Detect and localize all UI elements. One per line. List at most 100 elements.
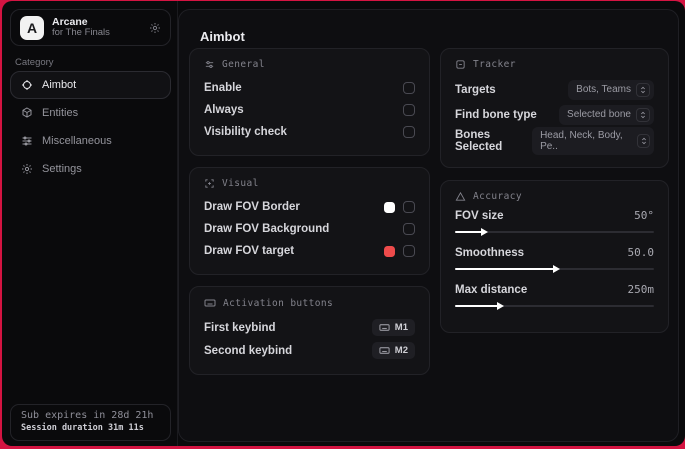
bones-selected-select[interactable]: Head, Neck, Body, Pe.. bbox=[532, 127, 654, 155]
enable-checkbox[interactable] bbox=[403, 82, 415, 94]
slider-thumb[interactable] bbox=[552, 265, 560, 273]
app-logo: A bbox=[20, 15, 44, 40]
fov-target-checkbox[interactable] bbox=[403, 245, 415, 257]
box-minus-icon bbox=[455, 59, 466, 70]
setting-label: Find bone type bbox=[455, 108, 537, 121]
second-keybind-button[interactable]: M2 bbox=[371, 342, 415, 359]
setting-label: FOV size bbox=[455, 209, 504, 222]
sidebar-item-entities[interactable]: Entities bbox=[10, 99, 171, 127]
sidebar-item-label: Settings bbox=[42, 163, 82, 175]
card-title: Tracker bbox=[473, 59, 516, 70]
gear-icon[interactable] bbox=[149, 22, 161, 34]
setting-label: First keybind bbox=[204, 321, 276, 334]
setting-row-fov-background: Draw FOV Background bbox=[204, 218, 415, 240]
smoothness-slider[interactable] bbox=[455, 265, 654, 273]
tracker-row-targets: Targets Bots, Teams bbox=[455, 77, 654, 102]
slider-row-smoothness: Smoothness 50.0 bbox=[455, 246, 655, 273]
fov-target-color-swatch[interactable] bbox=[384, 245, 395, 257]
slider-value: 250m bbox=[627, 283, 655, 296]
activation-buttons-card: Activation buttons First keybind M1 Seco… bbox=[189, 286, 430, 375]
sidebar-nav: Aimbot Entities Miscellaneous Settings bbox=[10, 71, 171, 183]
setting-label: Bones Selected bbox=[455, 129, 503, 153]
category-label: Category bbox=[15, 57, 54, 68]
sidebar-item-miscellaneous[interactable]: Miscellaneous bbox=[10, 127, 171, 155]
general-card: General Enable Always Visibility check bbox=[189, 48, 430, 156]
subscription-card: Sub expires in 28d 21h Session duration … bbox=[10, 404, 171, 441]
app-subtitle: for The Finals bbox=[52, 27, 110, 39]
find-bone-type-select[interactable]: Selected bone bbox=[559, 104, 654, 125]
keybind-row-first: First keybind M1 bbox=[204, 316, 415, 339]
sidebar: A Arcane for The Finals Category Aimbot … bbox=[2, 1, 178, 446]
sidebar-item-label: Miscellaneous bbox=[42, 135, 112, 147]
app-window: A Arcane for The Finals Category Aimbot … bbox=[2, 1, 685, 446]
keyboard-icon bbox=[204, 297, 216, 309]
visibility-check-checkbox[interactable] bbox=[403, 126, 415, 138]
accuracy-card: Accuracy FOV size 50° Smoothness 50.0 Ma… bbox=[440, 180, 669, 333]
fov-size-slider[interactable] bbox=[455, 228, 654, 236]
sidebar-item-aimbot[interactable]: Aimbot bbox=[10, 71, 171, 99]
slider-row-max-distance: Max distance 250m bbox=[455, 283, 655, 310]
select-value: Bots, Teams bbox=[576, 84, 631, 95]
unfold-icon bbox=[636, 82, 650, 97]
card-title: Activation buttons bbox=[223, 297, 334, 309]
setting-row-enable: Enable bbox=[204, 77, 415, 99]
setting-label: Enable bbox=[204, 82, 242, 94]
setting-label: Visibility check bbox=[204, 126, 287, 138]
crosshair-icon bbox=[21, 79, 33, 91]
sidebar-item-settings[interactable]: Settings bbox=[10, 155, 171, 183]
select-value: Selected bone bbox=[567, 109, 631, 120]
slider-row-fov-size: FOV size 50° bbox=[455, 209, 654, 236]
setting-row-fov-border: Draw FOV Border bbox=[204, 196, 415, 218]
always-checkbox[interactable] bbox=[403, 104, 415, 116]
tracker-row-bones-selected: Bones Selected Head, Neck, Body, Pe.. bbox=[455, 127, 654, 155]
max-distance-slider[interactable] bbox=[455, 302, 654, 310]
setting-row-visibility-check: Visibility check bbox=[204, 121, 415, 143]
targets-select[interactable]: Bots, Teams bbox=[568, 79, 654, 100]
card-title: Visual bbox=[222, 178, 259, 189]
setting-row-fov-target: Draw FOV target bbox=[204, 240, 415, 262]
sidebar-item-label: Entities bbox=[42, 107, 79, 119]
fov-border-checkbox[interactable] bbox=[403, 201, 415, 213]
sliders-icon bbox=[21, 135, 33, 147]
setting-label: Max distance bbox=[455, 283, 528, 296]
setting-label: Targets bbox=[455, 83, 496, 96]
scan-icon bbox=[204, 178, 215, 189]
main-panel: Aimbot General Enable Always Visibility … bbox=[178, 9, 679, 442]
setting-label: Draw FOV Border bbox=[204, 201, 300, 213]
triangle-icon bbox=[455, 191, 466, 202]
setting-label: Draw FOV target bbox=[204, 245, 295, 257]
card-title: General bbox=[222, 59, 265, 70]
visual-card: Visual Draw FOV Border Draw FOV Backgrou… bbox=[189, 167, 430, 275]
tune-icon bbox=[204, 59, 215, 70]
unfold-icon bbox=[636, 107, 650, 122]
cube-icon bbox=[21, 107, 33, 119]
first-keybind-button[interactable]: M1 bbox=[371, 319, 415, 336]
unfold-icon bbox=[637, 134, 650, 148]
setting-label: Second keybind bbox=[204, 344, 293, 357]
setting-label: Draw FOV Background bbox=[204, 223, 330, 235]
page-title: Aimbot bbox=[200, 29, 245, 44]
slider-thumb[interactable] bbox=[496, 302, 504, 310]
select-value: Head, Neck, Body, Pe.. bbox=[540, 130, 623, 152]
fov-background-checkbox[interactable] bbox=[403, 223, 415, 235]
keyboard-icon bbox=[379, 345, 390, 356]
session-duration-text: Session duration 31m 11s bbox=[21, 423, 144, 433]
keybind-value: M1 bbox=[394, 322, 408, 333]
slider-thumb[interactable] bbox=[480, 228, 488, 236]
keybind-row-second: Second keybind M2 bbox=[204, 339, 415, 362]
setting-label: Smoothness bbox=[455, 246, 525, 259]
fov-border-color-swatch[interactable] bbox=[384, 201, 395, 213]
slider-value: 50.0 bbox=[627, 246, 655, 259]
keyboard-icon bbox=[379, 322, 390, 333]
gear-icon bbox=[21, 163, 33, 175]
tracker-card: Tracker Targets Bots, Teams Find bone ty… bbox=[440, 48, 669, 168]
card-title: Accuracy bbox=[473, 191, 522, 202]
app-header-card: A Arcane for The Finals bbox=[10, 9, 171, 46]
setting-row-always: Always bbox=[204, 99, 415, 121]
keybind-value: M2 bbox=[394, 345, 408, 356]
tracker-row-find-bone-type: Find bone type Selected bone bbox=[455, 102, 654, 127]
sidebar-item-label: Aimbot bbox=[42, 79, 77, 91]
setting-label: Always bbox=[204, 104, 244, 116]
slider-value: 50° bbox=[634, 209, 654, 222]
sub-expiry-text: Sub expires in 28d 21h bbox=[21, 410, 154, 421]
